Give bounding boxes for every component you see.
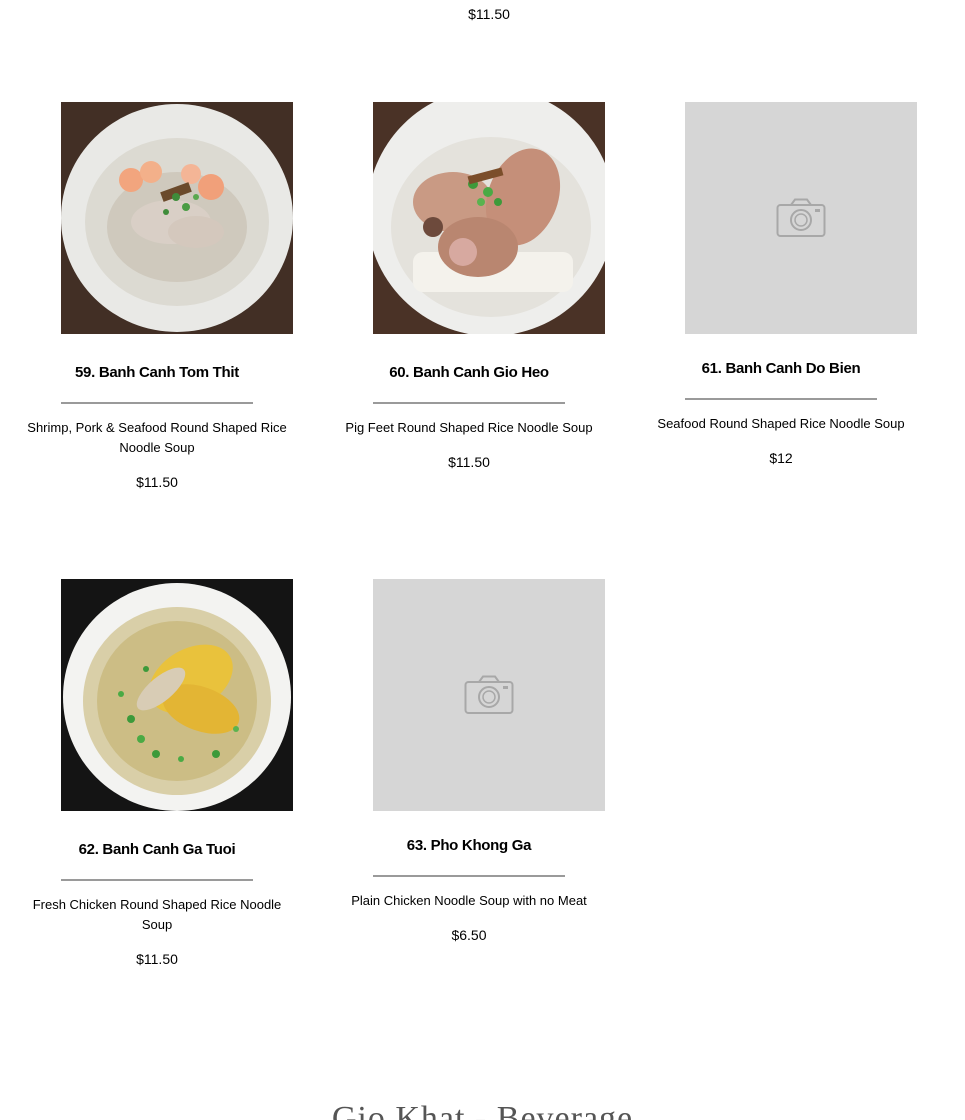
- noodle-soup-pig-feet-photo: [373, 102, 605, 334]
- item-price: $11.50: [136, 951, 178, 967]
- item-price: $11.50: [448, 454, 490, 470]
- section-title: Gio Khat - Beverage: [331, 1100, 634, 1120]
- title-divider: [685, 398, 877, 400]
- food-image[interactable]: [61, 102, 293, 334]
- item-description: Fresh Chicken Round Shaped Rice Noodle S…: [32, 897, 282, 932]
- item-price: $11.50: [136, 474, 178, 490]
- title-divider: [373, 402, 565, 404]
- menu-item-card: 59. Banh Canh Tom Thit Shrimp, Pork & Se…: [1, 102, 313, 490]
- menu-item-card: 60. Banh Canh Gio Heo Pig Feet Round Sha…: [313, 102, 625, 470]
- item-price: $6.50: [451, 927, 487, 943]
- camera-placeholder-icon: [464, 675, 514, 714]
- item-title: 63. Pho Khong Ga: [406, 837, 532, 854]
- image-placeholder[interactable]: [685, 102, 917, 334]
- camera-placeholder-icon: [776, 198, 826, 237]
- title-divider: [61, 402, 253, 404]
- item-title: 62. Banh Canh Ga Tuoi: [78, 841, 236, 858]
- title-divider: [61, 879, 253, 881]
- menu-item-card: 61. Banh Canh Do Bien Seafood Round Shap…: [625, 102, 937, 466]
- noodle-soup-shrimp-pork-photo: [61, 102, 293, 334]
- menu-item-card: 63. Pho Khong Ga Plain Chicken Noodle So…: [313, 579, 625, 943]
- image-placeholder[interactable]: [373, 579, 605, 811]
- menu-item-card: 62. Banh Canh Ga Tuoi Fresh Chicken Roun…: [1, 579, 313, 967]
- item-price: $11.50: [468, 6, 510, 22]
- item-description: Seafood Round Shaped Rice Noodle Soup: [657, 416, 905, 431]
- noodle-soup-chicken-photo: [61, 579, 293, 811]
- food-image[interactable]: [61, 579, 293, 811]
- item-description: Shrimp, Pork & Seafood Round Shaped Rice…: [27, 420, 287, 455]
- item-title: 60. Banh Canh Gio Heo: [389, 364, 549, 381]
- item-description: Pig Feet Round Shaped Rice Noodle Soup: [345, 420, 593, 435]
- item-title: 61. Banh Canh Do Bien: [701, 360, 861, 377]
- item-description: Plain Chicken Noodle Soup with no Meat: [351, 893, 587, 908]
- item-title: 59. Banh Canh Tom Thit: [75, 364, 239, 381]
- item-price: $12: [769, 450, 793, 466]
- menu-page: $11.50 59. Banh Canh Tom Thit Shrimp, Po…: [0, 0, 965, 1120]
- title-divider: [373, 875, 565, 877]
- food-image[interactable]: [373, 102, 605, 334]
